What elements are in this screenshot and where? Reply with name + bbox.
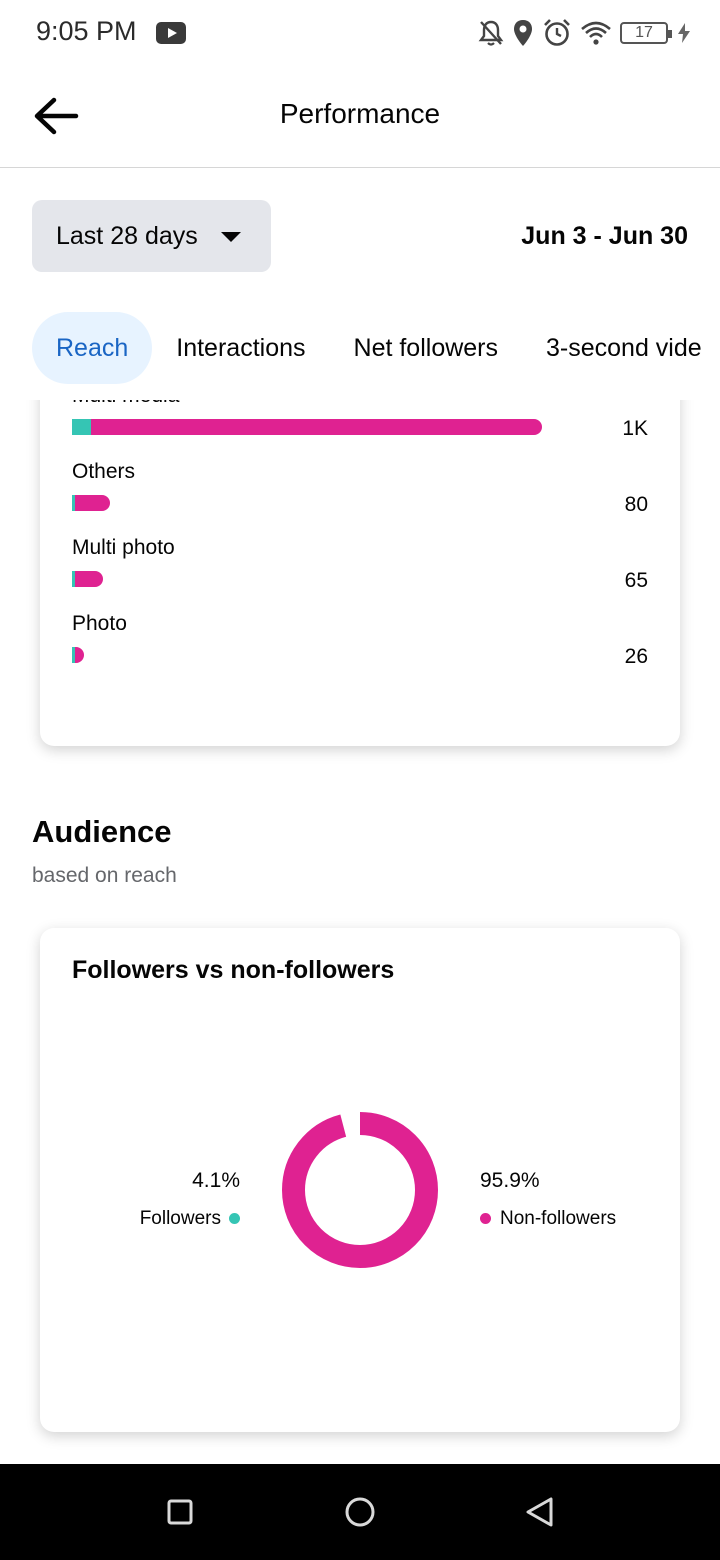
- notifications-off-icon: [478, 20, 504, 46]
- non-followers-label: Non-followers: [500, 1208, 617, 1229]
- bar-label: Others: [72, 460, 136, 483]
- bar-label: Photo: [72, 612, 127, 635]
- followers-legend-row: Followers: [140, 1207, 240, 1231]
- bar-value: 1K: [622, 417, 648, 440]
- followers-donut-chart: [282, 1112, 438, 1268]
- audience-subtitle: based on reach: [32, 864, 177, 887]
- followers-dot: [229, 1213, 240, 1225]
- followers-percent: 4.1%: [192, 1169, 240, 1192]
- bar-track: [72, 571, 103, 587]
- youtube-icon: [156, 22, 186, 44]
- followers-legend: 4.1% Followers: [140, 1168, 240, 1231]
- system-nav-bar: [0, 1464, 720, 1560]
- non-followers-bar-segment: [75, 647, 84, 663]
- status-icons: 17: [478, 16, 690, 50]
- status-bar: 9:05 PM 17: [0, 0, 720, 66]
- tab-interactions[interactable]: Interactions: [152, 312, 329, 384]
- wifi-icon: [581, 21, 611, 45]
- date-range-dropdown[interactable]: Last 28 days: [32, 200, 271, 272]
- recents-square-icon[interactable]: [156, 1488, 204, 1536]
- tab-net-followers[interactable]: Net followers: [330, 312, 523, 384]
- non-followers-bar-segment: [75, 495, 110, 511]
- status-time: 9:05 PM: [36, 16, 137, 46]
- audience-title: Audience: [32, 814, 172, 849]
- non-followers-bar-segment: [75, 571, 103, 587]
- followers-card-title: Followers vs non-followers: [72, 956, 395, 984]
- bar-track: [72, 419, 542, 435]
- bar-track: [72, 495, 110, 511]
- bar-row: Others 80: [72, 460, 648, 530]
- tab-reach[interactable]: Reach: [32, 312, 153, 384]
- bar-row: Multi media 1K: [72, 400, 648, 454]
- donut-non-followers-slice: [282, 1112, 438, 1268]
- battery-icon: 17: [620, 22, 672, 44]
- followers-label: Followers: [139, 1208, 221, 1229]
- bar-value: 26: [624, 645, 648, 668]
- back-triangle-icon[interactable]: [516, 1488, 564, 1536]
- home-circle-icon[interactable]: [336, 1488, 384, 1536]
- page-title: Performance: [279, 98, 441, 129]
- metric-tabs: Reach Interactions Net followers 3-second v…: [32, 312, 720, 384]
- non-followers-percent: 95.9%: [480, 1169, 540, 1192]
- bar-row: Multi photo 65: [72, 536, 648, 606]
- alarm-icon: [544, 19, 570, 46]
- bar-value: 80: [624, 493, 648, 516]
- date-range-label: Last 28 days: [56, 222, 198, 250]
- followers-bar-segment: [72, 419, 91, 435]
- non-followers-legend: 95.9% Non-followers: [480, 1168, 616, 1231]
- location-icon: [514, 20, 532, 46]
- header: Performance: [0, 66, 720, 168]
- non-followers-dot: [480, 1213, 491, 1225]
- date-range-text: Jun 3 - Jun 30: [521, 222, 688, 250]
- bar-track: [72, 647, 84, 663]
- bar-label: Multi photo: [72, 536, 175, 559]
- charging-icon: [678, 23, 690, 43]
- non-followers-bar-segment: [91, 419, 542, 435]
- caret-down-icon: [221, 232, 241, 242]
- bar-row: Photo 26: [72, 612, 648, 682]
- tab-3-second-video[interactable]: 3-second vide: [522, 312, 720, 384]
- bar-value: 65: [624, 569, 648, 592]
- reach-by-content-type-card: Multi media 1K Others 80 Multi photo 65 …: [40, 400, 680, 746]
- followers-card: Followers vs non-followers 4.1% Follower…: [40, 928, 680, 1432]
- non-followers-legend-row: Non-followers: [480, 1207, 616, 1231]
- reach-by-content-type-viewport: Multi media 1K Others 80 Multi photo 65 …: [0, 400, 720, 780]
- bar-label: Multi media: [72, 400, 179, 408]
